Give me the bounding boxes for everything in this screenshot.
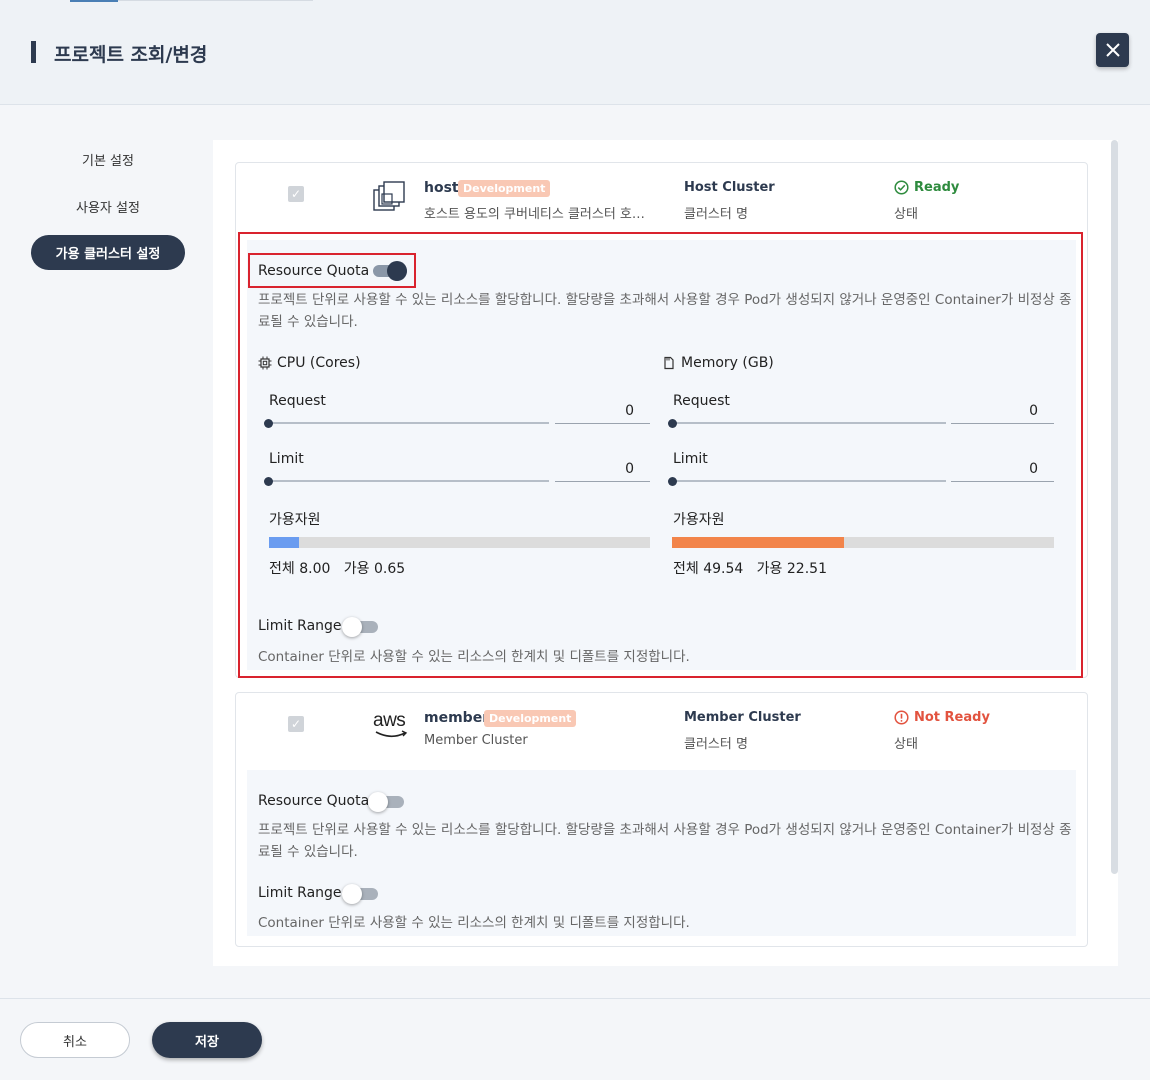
memory-usage-text: 전체 49.54 가용 22.51 (673, 558, 827, 578)
cpu-usage-fill (269, 537, 300, 548)
toggle-knob (342, 617, 362, 637)
toggle-knob (342, 884, 362, 904)
memory-limit-label: Limit (673, 451, 708, 467)
memory-total-label: 전체 (673, 561, 699, 577)
memory-icon (664, 356, 674, 370)
cpu-title: CPU (Cores) (258, 355, 361, 371)
cluster-description: 호스트 용도의 쿠버네티스 클러스터 호스트 (424, 207, 652, 222)
cluster-type-label: 클러스터 명 (684, 207, 748, 222)
resource-quota-label: Resource Quota (258, 263, 370, 279)
cpu-request-label: Request (269, 393, 326, 409)
cpu-total-label: 전체 (269, 561, 295, 577)
memory-limit-slider[interactable] (672, 480, 946, 482)
aws-icon: aws (373, 710, 409, 740)
status-badge: Not Ready (894, 710, 990, 725)
cpu-available-value: 0.65 (373, 561, 406, 577)
status-badge: Ready (894, 180, 959, 195)
memory-usage-bar (672, 537, 1054, 548)
toggle-knob (387, 261, 407, 281)
close-button[interactable] (1096, 33, 1129, 67)
limit-range-description: Container 단위로 사용할 수 있는 리소스의 한계치 및 디폴트를 지… (258, 649, 690, 665)
memory-request-input[interactable]: 0 (951, 400, 1054, 424)
aws-icon-text: aws (373, 710, 406, 731)
memory-request-slider-handle[interactable] (668, 419, 677, 428)
status-label: 상태 (894, 737, 918, 752)
cluster-type: Member Cluster (684, 710, 801, 725)
resource-quota-description: 프로젝트 단위로 사용할 수 있는 리소스를 할당합니다. 할당량을 초과해서 … (258, 292, 1072, 330)
limit-range-toggle[interactable] (342, 617, 378, 637)
limit-range-label: Limit Range (258, 885, 342, 901)
cancel-button[interactable]: 취소 (20, 1022, 130, 1058)
status-text: Not Ready (914, 710, 990, 725)
sidebar-item-basic[interactable]: 기본 설정 (82, 150, 134, 169)
limit-range-toggle[interactable] (342, 884, 378, 904)
resource-quota-description: 프로젝트 단위로 사용할 수 있는 리소스를 할당합니다. 할당량을 초과해서 … (258, 822, 1072, 860)
env-tag: Development (484, 710, 577, 727)
cpu-total-value: 8.00 (299, 561, 331, 577)
save-button[interactable]: 저장 (152, 1022, 262, 1058)
check-circle-icon (894, 180, 909, 195)
cpu-request-input[interactable]: 0 (555, 400, 650, 424)
cpu-limit-slider[interactable] (268, 480, 549, 482)
sidebar-item-clusters[interactable]: 가용 클러스터 설정 (31, 235, 185, 270)
page-title: 프로젝트 조회/변경 (54, 44, 208, 66)
cluster-checkbox-host[interactable]: ✓ (288, 186, 304, 202)
memory-request-label: Request (673, 393, 730, 409)
memory-request-slider[interactable] (672, 422, 946, 424)
cpu-usage-bar (269, 537, 650, 548)
cluster-description: Member Cluster (424, 733, 528, 748)
env-tag: Development (458, 180, 551, 197)
cpu-limit-input[interactable]: 0 (555, 458, 650, 482)
memory-title: Memory (GB) (662, 355, 774, 371)
limit-range-label: Limit Range (258, 618, 342, 634)
status-text: Ready (914, 180, 960, 195)
memory-available-word: 가용 (756, 561, 783, 577)
tab-divider (118, 0, 313, 1)
toggle-knob (368, 792, 388, 812)
memory-available-label: 가용자원 (673, 512, 725, 528)
memory-total-value: 49.54 (703, 561, 744, 577)
sidebar-item-users[interactable]: 사용자 설정 (76, 197, 140, 216)
cluster-checkbox-member[interactable]: ✓ (288, 716, 304, 732)
memory-usage-fill (672, 537, 844, 548)
cpu-limit-label: Limit (269, 451, 304, 467)
resource-quota-label: Resource Quota (258, 793, 370, 809)
alert-circle-icon (894, 710, 909, 725)
cluster-type: Host Cluster (684, 180, 775, 195)
close-icon (1105, 43, 1120, 57)
cpu-title-text: CPU (Cores) (277, 355, 361, 371)
cpu-request-slider[interactable] (268, 422, 549, 424)
cluster-name: host (424, 180, 459, 196)
tab-indicator (70, 0, 118, 2)
title-accent-bar (31, 41, 36, 63)
memory-limit-input[interactable]: 0 (951, 458, 1054, 482)
cpu-limit-slider-handle[interactable] (264, 477, 273, 486)
memory-limit-slider-handle[interactable] (668, 477, 677, 486)
memory-title-text: Memory (GB) (681, 355, 774, 371)
cpu-available-label: 가용자원 (269, 512, 321, 528)
cluster-type-label: 클러스터 명 (684, 737, 748, 752)
cpu-request-slider-handle[interactable] (264, 419, 273, 428)
cpu-icon (258, 356, 272, 370)
cpu-available-word: 가용 (343, 561, 370, 577)
memory-available-value: 22.51 (786, 561, 827, 577)
resource-quota-toggle[interactable] (368, 792, 404, 812)
status-label: 상태 (894, 207, 918, 222)
cluster-name: member (424, 710, 490, 726)
resource-quota-toggle[interactable] (373, 261, 407, 281)
limit-range-description: Container 단위로 사용할 수 있는 리소스의 한계치 및 디폴트를 지… (258, 915, 690, 931)
scrollbar[interactable] (1111, 140, 1118, 874)
cpu-usage-text: 전체 8.00 가용 0.65 (269, 558, 405, 578)
cluster-stack-icon (373, 181, 405, 211)
